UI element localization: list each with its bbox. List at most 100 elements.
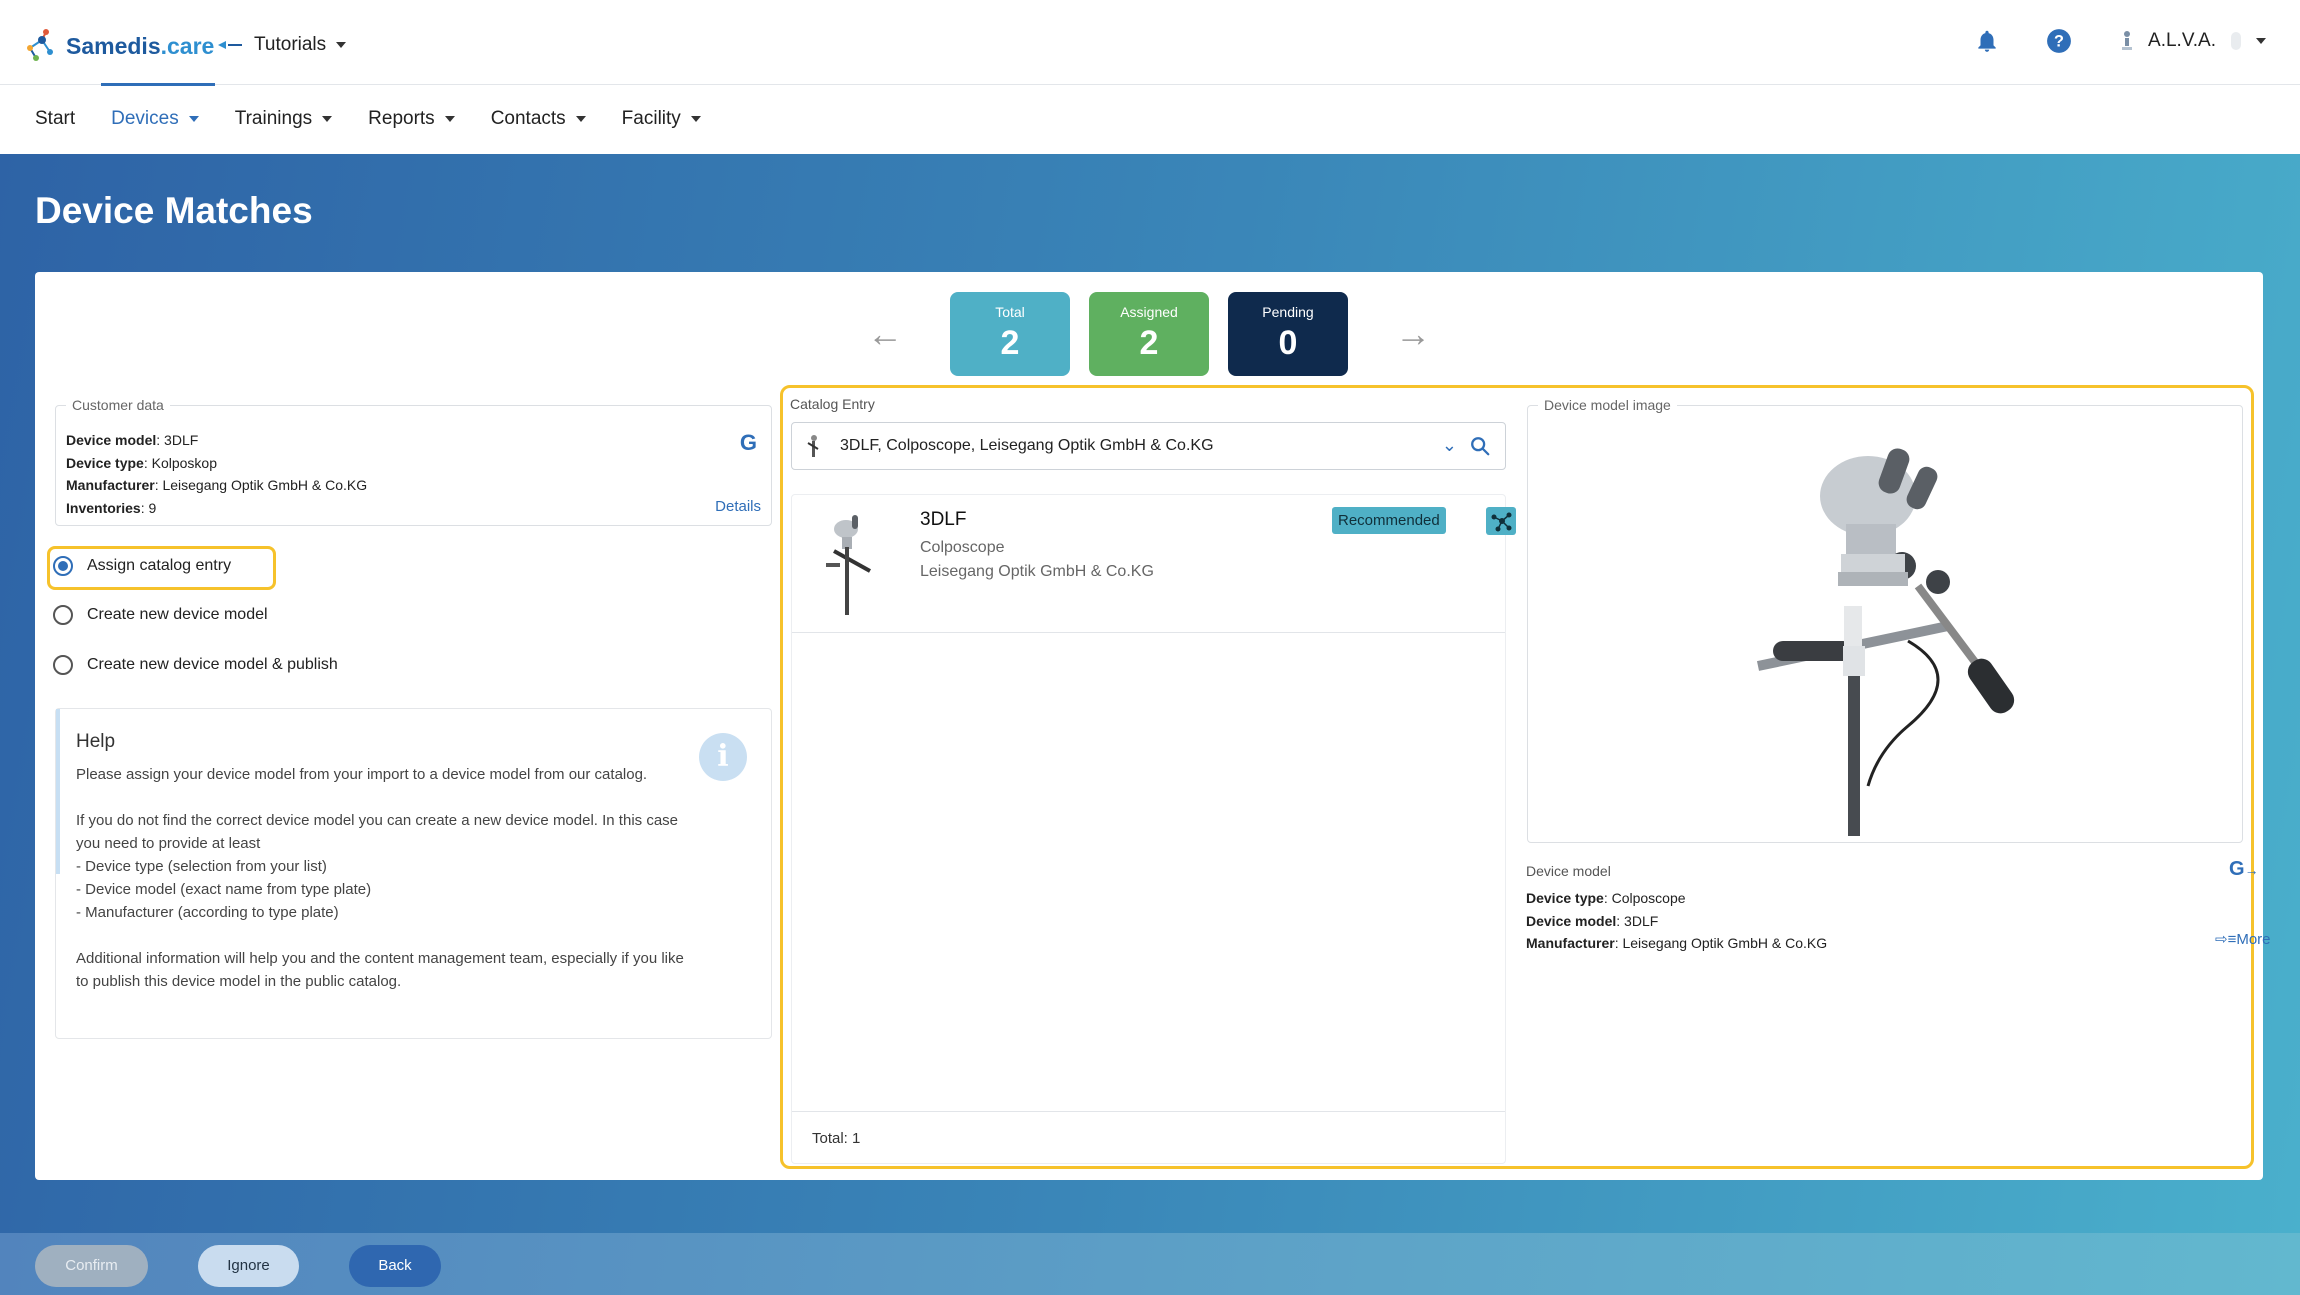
counter-label: Pending	[1262, 304, 1314, 320]
nav-item-start[interactable]: Start	[35, 108, 75, 130]
option-label: Create new device model	[87, 606, 268, 623]
customer-manufacturer: Manufacturer: Leisegang Optik GmbH & Co.…	[66, 474, 367, 497]
main-content: Device Matches ← Total 2 Assigned 2 Pend…	[0, 154, 2300, 1295]
field-label: Device type	[1526, 890, 1604, 906]
catalog-result-item[interactable]: 3DLF Colposcope Leisegang Optik GmbH & C…	[792, 495, 1516, 633]
field-value: : 9	[140, 499, 157, 516]
nav-label: Trainings	[234, 108, 313, 129]
logo-suffix: .care	[160, 32, 215, 59]
results-total-row: Total: 1	[792, 1111, 1505, 1163]
more-link[interactable]: ⇨≡More	[2215, 930, 2271, 948]
field-value: : 3DLF	[1616, 912, 1659, 929]
google-link-icon[interactable]: G→	[2229, 858, 2259, 881]
nav-item-trainings[interactable]: Trainings	[234, 108, 333, 130]
field-label: Manufacturer	[1526, 935, 1615, 951]
counter-assigned[interactable]: Assigned 2	[1089, 292, 1209, 376]
customer-data-lines: Device model: 3DLF Device type: Kolposko…	[66, 429, 367, 519]
field-value: : Colposcope	[1603, 890, 1686, 906]
chevron-down-icon	[444, 116, 455, 122]
action-bar: Confirm Ignore Back	[0, 1233, 2300, 1295]
result-type: Colposcope	[920, 539, 1005, 556]
option-create-device-model[interactable]: Create new device model	[53, 605, 268, 625]
bell-icon[interactable]	[1974, 28, 2000, 54]
info-icon: i	[699, 733, 747, 781]
nav-item-contacts[interactable]: Contacts	[491, 108, 586, 130]
chevron-down-icon	[690, 116, 701, 122]
device-model-image-panel: Device model image	[1527, 397, 2243, 843]
page-title: Device Matches	[35, 190, 313, 231]
ignore-button[interactable]: Ignore	[198, 1245, 299, 1287]
customer-data-panel: Customer data Device model: 3DLF Device …	[55, 397, 772, 526]
help-text: Please assign your device model from you…	[76, 766, 684, 990]
chevron-down-icon	[322, 116, 333, 122]
help-icon[interactable]: ?	[2046, 28, 2072, 54]
colposcope-thumbnail-image	[826, 515, 871, 615]
counter-label: Assigned	[1120, 304, 1178, 320]
chevron-down-icon	[575, 116, 586, 122]
search-icon[interactable]	[1469, 435, 1491, 457]
tenant-selector[interactable]: Tutorials	[216, 34, 347, 56]
samedis-logo[interactable]: Samedis.care	[24, 28, 214, 64]
expand-list-icon: ⇨≡	[2215, 931, 2237, 948]
field-value: : Kolposkop	[143, 454, 217, 471]
back-button[interactable]: Back	[349, 1245, 441, 1287]
previous-arrow-icon[interactable]: ←	[861, 310, 909, 358]
google-letter: G	[2229, 858, 2245, 880]
logo-text: Samedis	[66, 32, 161, 59]
device-thumbnail-icon	[807, 435, 819, 457]
option-label: Create new device model & publish	[87, 656, 338, 673]
chevron-down-icon	[2256, 38, 2266, 44]
nav-item-reports[interactable]: Reports	[368, 108, 455, 130]
counter-value: 2	[1000, 324, 1020, 362]
nav-item-facility[interactable]: Facility	[622, 108, 701, 130]
results-total: Total: 1	[812, 1130, 861, 1147]
option-assign-catalog-entry[interactable]: Assign catalog entry	[53, 556, 231, 576]
catalog-entry-label: Catalog Entry	[790, 396, 875, 412]
user-badge-icon	[2231, 32, 2241, 50]
catalog-entry-value: 3DLF, Colposcope, Leisegang Optik GmbH &…	[840, 437, 1214, 454]
chevron-down-icon	[336, 42, 347, 48]
confirm-button[interactable]: Confirm	[35, 1245, 148, 1287]
option-create-and-publish[interactable]: Create new device model & publish	[53, 655, 338, 675]
top-header: Samedis.care Tutorials ? A.L.V.A.	[0, 0, 2300, 85]
link-arrow-icon: →	[2244, 862, 2259, 878]
radio-unchecked-icon[interactable]	[53, 605, 73, 625]
recommended-badge: Recommended	[1332, 507, 1446, 534]
nav-item-devices[interactable]: Devices	[101, 83, 215, 130]
main-navigation: Start Devices Trainings Reports Contacts…	[0, 83, 2300, 154]
network-icon	[1486, 507, 1516, 535]
user-name: A.L.V.A.	[2148, 30, 2216, 51]
radio-unchecked-icon[interactable]	[53, 655, 73, 675]
counter-label: Total	[995, 304, 1025, 320]
nav-label: Contacts	[490, 108, 566, 129]
user-menu[interactable]: A.L.V.A.	[2118, 30, 2266, 52]
device-model-image-legend: Device model image	[1538, 397, 1677, 413]
chevron-down-icon	[188, 116, 199, 122]
user-avatar-icon	[2122, 31, 2133, 50]
field-label: Inventories	[66, 499, 141, 516]
field-label: Device model	[66, 432, 157, 448]
dm-device-model: Device model: 3DLF	[1526, 910, 1827, 933]
dm-manufacturer: Manufacturer: Leisegang Optik GmbH & Co.…	[1526, 932, 1827, 955]
match-counters: ← Total 2 Assigned 2 Pending 0 →	[35, 292, 2263, 376]
counter-pending[interactable]: Pending 0	[1228, 292, 1348, 376]
help-title: Help	[76, 731, 116, 752]
chevron-down-icon[interactable]: ⌄	[1442, 435, 1457, 456]
help-panel: Help Please assign your device model fro…	[55, 708, 772, 1039]
result-name: 3DLF	[920, 509, 967, 530]
next-arrow-icon[interactable]: →	[1389, 310, 1437, 358]
field-value: : 3DLF	[156, 432, 199, 448]
field-value: : Leisegang Optik GmbH & Co.KG	[1614, 935, 1828, 951]
molecule-logo-icon	[27, 29, 53, 61]
radio-checked-icon[interactable]	[53, 556, 73, 576]
catalog-results-list: 3DLF Colposcope Leisegang Optik GmbH & C…	[791, 494, 1516, 1164]
nav-label: Reports	[368, 108, 435, 129]
customer-inventories: Inventories: 9	[66, 497, 367, 520]
google-search-icon[interactable]: G	[740, 430, 757, 456]
catalog-entry-select[interactable]: 3DLF, Colposcope, Leisegang Optik GmbH &…	[791, 422, 1506, 470]
tenant-name: Tutorials	[254, 34, 327, 55]
details-link[interactable]: Details	[715, 498, 761, 515]
nav-label: Facility	[621, 108, 681, 129]
counter-value: 2	[1139, 324, 1159, 362]
counter-total[interactable]: Total 2	[950, 292, 1070, 376]
